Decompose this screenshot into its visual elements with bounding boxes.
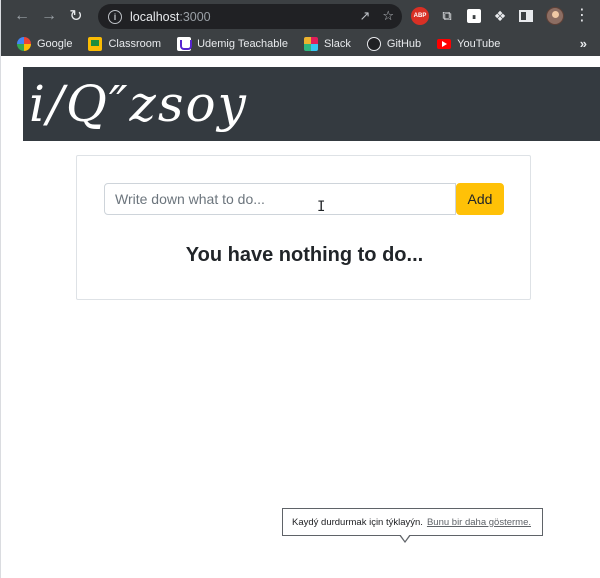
bookmark-github[interactable]: GitHub — [366, 37, 422, 51]
bookmarks-overflow-icon[interactable]: » — [580, 36, 587, 51]
address-bar[interactable]: i localhost:3000 ↗ ☆ — [98, 4, 402, 29]
slack-icon — [303, 37, 318, 51]
share-icon[interactable]: ↗ — [359, 8, 370, 24]
url-host: localhost — [130, 9, 180, 24]
bookmark-youtube[interactable]: YouTube — [437, 38, 500, 50]
google-icon — [17, 37, 31, 51]
abp-label: ABP — [413, 13, 427, 19]
text-cursor-icon: I — [317, 199, 326, 215]
extension-box-icon[interactable]: ∎ — [467, 9, 481, 23]
bookmark-label: Slack — [323, 38, 351, 50]
browser-menu-icon[interactable]: ⋮ — [574, 6, 590, 26]
dont-show-again-link[interactable]: Bunu bir daha gösterme. — [427, 517, 531, 528]
bookmark-teachable[interactable]: Udemig Teachable — [177, 37, 288, 51]
bookmark-label: Google — [37, 38, 73, 50]
page-content: i/Q″zsoy Add I You have nothing to do...… — [1, 56, 600, 578]
add-button[interactable]: Add — [456, 183, 504, 215]
site-info-icon[interactable]: i — [108, 9, 122, 24]
bookmark-google[interactable]: Google — [17, 37, 72, 51]
bookmark-label: Udemig Teachable — [197, 38, 288, 50]
todo-card: Add I You have nothing to do... — [76, 155, 531, 300]
profile-avatar[interactable] — [546, 7, 564, 25]
tooltip-text: Kaydý durdurmak için týklayýn. — [292, 516, 423, 528]
bookmark-classroom[interactable]: Classroom — [88, 37, 161, 51]
header-banner: i/Q″zsoy — [23, 67, 600, 141]
browser-toolbar: ← → ↻ i localhost:3000 ↗ ☆ ABP ⧉ ∎ ❖ ⋮ — [1, 0, 600, 32]
bookmark-label: Classroom — [108, 38, 162, 50]
adblock-extension-icon[interactable]: ABP — [411, 7, 429, 25]
back-button[interactable]: ← — [9, 3, 35, 29]
recording-tooltip: Kaydý durdurmak için týklayýn. Bunu bir … — [282, 508, 543, 536]
empty-state-message: You have nothing to do... — [185, 244, 424, 266]
classroom-icon — [88, 37, 103, 51]
bookmark-star-icon[interactable]: ☆ — [382, 8, 394, 24]
tooltip-arrow — [399, 534, 411, 543]
side-panel-icon[interactable] — [519, 10, 533, 22]
screenshot-extension-icon[interactable]: ⧉ — [439, 7, 455, 25]
browser-window: ← → ↻ i localhost:3000 ↗ ☆ ABP ⧉ ∎ ❖ ⋮ G… — [0, 0, 600, 578]
omnibox-actions: ↗ ☆ — [359, 8, 394, 24]
teachable-icon — [177, 37, 193, 51]
forward-button[interactable]: → — [36, 3, 62, 29]
url-port: :3000 — [179, 9, 211, 24]
github-icon — [366, 37, 381, 51]
bookmark-label: YouTube — [457, 38, 501, 50]
extensions-puzzle-icon[interactable]: ❖ — [492, 7, 508, 25]
site-logo: i/Q″zsoy — [29, 75, 248, 133]
bookmarks-bar: Google Classroom Udemig Teachable Slack … — [1, 32, 600, 56]
youtube-icon — [437, 39, 452, 49]
reload-button[interactable]: ↻ — [63, 3, 89, 29]
url-text: localhost:3000 — [130, 10, 211, 24]
bookmark-label: GitHub — [386, 38, 422, 50]
todo-input[interactable] — [104, 183, 456, 215]
bookmark-slack[interactable]: Slack — [303, 37, 351, 51]
